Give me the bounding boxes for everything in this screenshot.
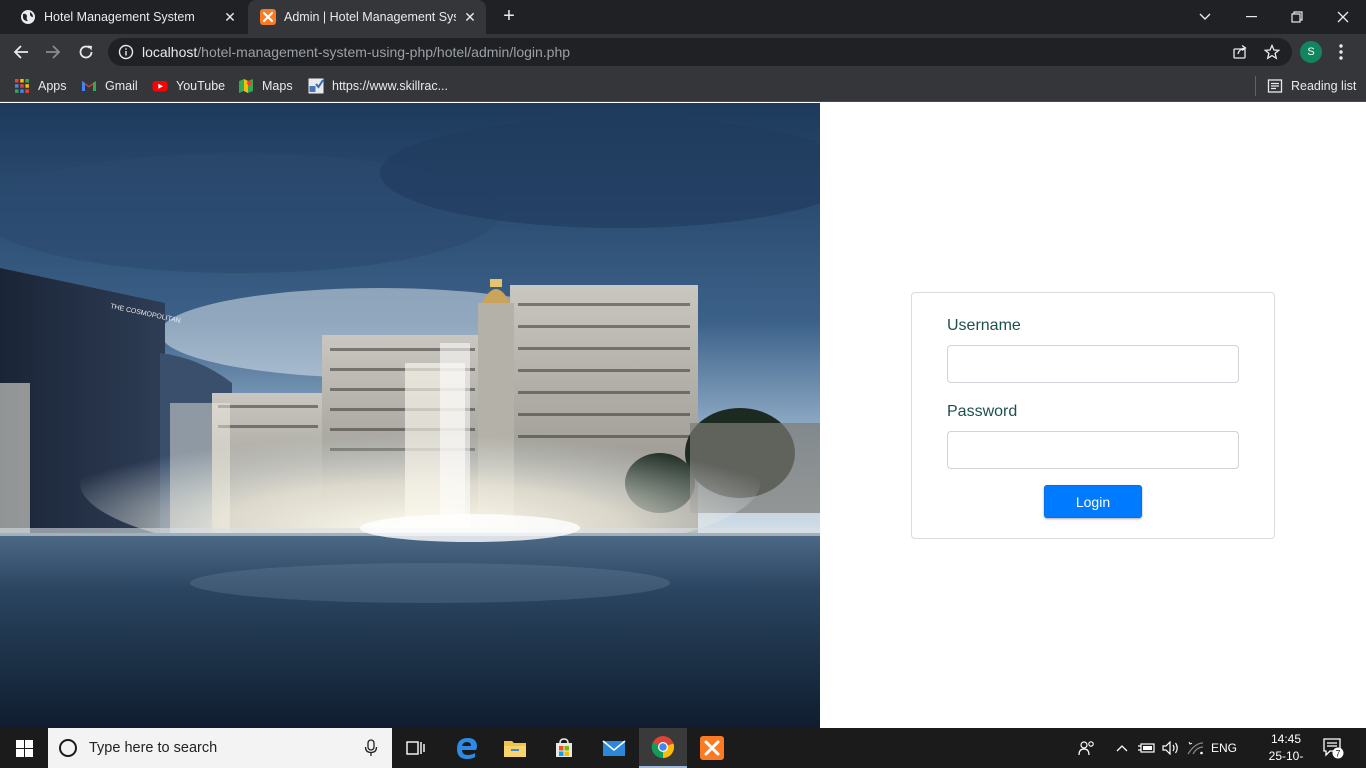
bookmark-maps[interactable]: Maps [238, 76, 293, 96]
reading-list-label: Reading list [1291, 79, 1357, 93]
bookmark-star-icon[interactable] [1264, 44, 1280, 60]
close-tab-icon[interactable]: ✕ [462, 9, 478, 25]
edge-icon[interactable] [443, 728, 491, 768]
microphone-icon[interactable] [364, 739, 378, 757]
windows-taskbar: Type here to search ENG 14:45 25-10-2021 [0, 728, 1366, 768]
url-text: localhost/hotel-management-system-using-… [142, 44, 570, 60]
bookmark-apps[interactable]: Apps [14, 76, 67, 96]
bookmark-label: https://www.skillrac... [332, 79, 448, 93]
clock[interactable]: 14:45 25-10-2021 [1258, 731, 1314, 768]
skillrack-icon [308, 78, 324, 94]
username-label: Username [947, 317, 1021, 334]
share-icon[interactable] [1232, 44, 1248, 60]
start-button[interactable] [0, 728, 48, 768]
battery-icon[interactable] [1136, 728, 1158, 768]
username-input[interactable] [947, 345, 1239, 383]
tab-title: Hotel Management System [44, 10, 195, 24]
close-window-icon[interactable] [1320, 0, 1366, 34]
bookmark-skillrack[interactable]: https://www.skillrac... [308, 76, 448, 96]
minimize-icon[interactable] [1228, 0, 1274, 34]
chrome-icon[interactable] [639, 728, 687, 768]
language-indicator[interactable]: ENG [1208, 728, 1240, 768]
windows-logo-icon [15, 739, 33, 757]
taskbar-search[interactable]: Type here to search [48, 728, 392, 768]
page-content: THE COSMOPOLITAN Username Password Login [0, 103, 1366, 728]
bookmark-youtube[interactable]: YouTube [152, 76, 225, 96]
apps-grid-icon [15, 79, 29, 93]
login-button[interactable]: Login [1044, 485, 1142, 518]
youtube-icon [152, 81, 168, 92]
bookmark-label: Maps [262, 79, 293, 93]
bookmark-label: Apps [38, 79, 67, 93]
hotel-hero-image: THE COSMOPOLITAN [0, 103, 820, 728]
info-icon[interactable] [118, 44, 134, 60]
wifi-icon[interactable] [1184, 728, 1206, 768]
restore-icon[interactable] [1274, 0, 1320, 34]
notification-icon[interactable]: 7 [1322, 737, 1344, 759]
reload-icon[interactable] [73, 39, 99, 65]
notification-count: 7 [1335, 749, 1340, 759]
reading-list-button[interactable]: Reading list [1267, 76, 1356, 96]
tab-hotel-management[interactable]: Hotel Management System ✕ [8, 0, 246, 34]
menu-icon[interactable] [1336, 42, 1346, 62]
store-icon[interactable] [540, 728, 588, 768]
browser-tabstrip: Hotel Management System ✕ Admin | Hotel … [0, 0, 1366, 34]
tab-admin-login[interactable]: Admin | Hotel Management System ✕ [248, 0, 486, 34]
mail-icon[interactable] [590, 728, 638, 768]
xampp-icon [260, 9, 276, 25]
task-view-icon[interactable] [392, 728, 440, 768]
file-explorer-icon[interactable] [491, 728, 539, 768]
login-form: Username Password Login [911, 292, 1275, 539]
new-tab-icon[interactable]: + [498, 6, 520, 28]
close-tab-icon[interactable]: ✕ [222, 9, 238, 25]
url-host: localhost [142, 44, 198, 60]
bellagio-fountain-photo: THE COSMOPOLITAN [0, 103, 820, 728]
people-icon[interactable] [1074, 728, 1100, 768]
password-input[interactable] [947, 431, 1239, 469]
tab-title: Admin | Hotel Management System [284, 10, 456, 24]
address-bar[interactable]: localhost/hotel-management-system-using-… [108, 38, 1292, 66]
clock-date: 25-10-2021 [1268, 749, 1304, 768]
bookmark-gmail[interactable]: Gmail [81, 76, 138, 96]
tab-search-icon[interactable] [1182, 0, 1228, 34]
maps-icon [239, 79, 253, 93]
profile-avatar[interactable]: S [1300, 41, 1322, 63]
password-label: Password [947, 403, 1018, 420]
bookmarks-divider [1255, 76, 1256, 96]
cortana-icon [59, 739, 77, 757]
bookmark-label: Gmail [105, 79, 138, 93]
browser-toolbar: localhost/hotel-management-system-using-… [0, 34, 1366, 70]
clock-time: 14:45 [1270, 732, 1302, 746]
reading-list-icon [1267, 79, 1283, 93]
search-placeholder: Type here to search [89, 740, 218, 756]
xampp-taskbar-icon[interactable] [688, 728, 736, 768]
bookmark-label: YouTube [176, 79, 226, 93]
chevron-up-icon[interactable] [1112, 728, 1132, 768]
volume-icon[interactable] [1160, 728, 1182, 768]
gmail-icon [82, 81, 96, 91]
globe-icon [21, 10, 35, 24]
back-icon[interactable] [8, 39, 34, 65]
forward-icon[interactable] [40, 39, 66, 65]
url-path: /hotel-management-system-using-php/hotel… [197, 44, 571, 60]
bookmarks-bar: Apps Gmail YouTube Maps https://www.skil… [0, 70, 1366, 102]
